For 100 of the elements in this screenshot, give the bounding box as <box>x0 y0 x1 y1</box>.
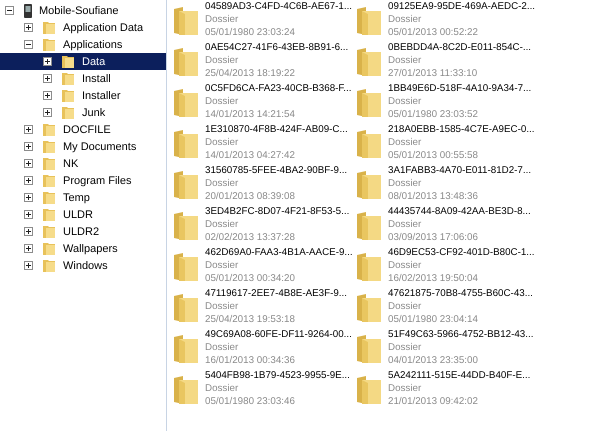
folder-icon <box>42 224 57 239</box>
folder-name: 04589AD3-C4FD-4C6B-AE67-1... <box>205 0 352 13</box>
tree-item[interactable]: NK <box>0 155 166 172</box>
folder-name: 3ED4B2FC-8D07-4F21-8F53-5... <box>205 205 350 218</box>
expand-toggle[interactable] <box>24 244 33 253</box>
folder-type: Dossier <box>205 54 240 67</box>
folder-icon <box>42 156 57 171</box>
folder-icon <box>356 47 382 77</box>
folder-icon <box>173 129 199 159</box>
collapse-toggle[interactable] <box>5 6 14 15</box>
tree-item[interactable]: DOCFILE <box>0 121 166 138</box>
folder-date: 05/01/1980 23:04:14 <box>388 313 479 326</box>
folder-name: 47119617-2EE7-4B8E-AE3F-9... <box>205 287 347 300</box>
expand-toggle[interactable] <box>43 74 52 83</box>
folder-type: Dossier <box>388 54 422 67</box>
folder-date: 03/09/2013 17:06:06 <box>388 231 479 244</box>
folder-type: Dossier <box>388 218 422 231</box>
tree-item[interactable]: Wallpapers <box>0 240 166 257</box>
folder-type: Dossier <box>388 177 422 190</box>
folder-type: Dossier <box>388 13 422 26</box>
tree-item[interactable]: Installer <box>0 87 166 104</box>
folder-name: 47621875-70B8-4755-B60C-43... <box>388 287 533 300</box>
folder-name: 218A0EBB-1585-4C7E-A9EC-0... <box>388 123 534 136</box>
folder-icon <box>356 211 382 241</box>
folder-icon <box>42 241 57 256</box>
tree-item[interactable]: My Documents <box>0 138 166 155</box>
tree-item[interactable]: Install <box>0 70 166 87</box>
folder-icon <box>356 6 382 36</box>
folder-icon <box>356 375 382 405</box>
folder-icon <box>42 37 57 52</box>
folder-name: 1E310870-4F8B-424F-AB09-C... <box>205 123 348 136</box>
folder-date: 05/01/1980 23:03:52 <box>388 108 479 121</box>
folder-icon <box>356 334 382 364</box>
folder-type: Dossier <box>205 136 240 149</box>
expand-toggle[interactable] <box>24 193 33 202</box>
tree-item[interactable]: Mobile-Soufiane <box>0 2 166 19</box>
folder-icon <box>42 258 57 273</box>
folder-type: Dossier <box>205 341 240 354</box>
expand-toggle[interactable] <box>43 108 52 117</box>
folder-date: 08/01/2013 13:48:36 <box>388 190 479 203</box>
expand-toggle[interactable] <box>24 227 33 236</box>
folder-name: 3A1FABB3-4A70-E011-81D2-7... <box>388 164 532 177</box>
folder-type: Dossier <box>205 382 240 395</box>
folder-date: 14/01/2013 04:27:42 <box>205 149 296 162</box>
folder-icon <box>42 122 57 137</box>
folder-icon <box>173 88 199 118</box>
folder-name: 1BB49E6D-518F-4A10-9A34-7... <box>388 82 532 95</box>
folder-date: 05/01/2013 00:55:58 <box>388 149 479 162</box>
collapse-toggle[interactable] <box>24 40 33 49</box>
folder-name: 49C69A08-60FE-DF11-9264-00... <box>205 328 352 341</box>
folder-icon <box>173 170 199 200</box>
folder-icon <box>42 190 57 205</box>
expand-toggle[interactable] <box>24 261 33 270</box>
folder-date: 27/01/2013 11:33:10 <box>388 67 478 80</box>
tree-item[interactable]: Application Data <box>0 19 166 36</box>
folder-icon <box>42 20 57 35</box>
folder-type: Dossier <box>388 300 422 313</box>
folder-date: 16/02/2013 19:50:04 <box>388 272 479 285</box>
folder-icon <box>173 211 199 241</box>
folder-date: 20/01/2013 08:39:08 <box>205 190 296 203</box>
folder-icon <box>173 293 199 323</box>
folder-type: Dossier <box>388 382 422 395</box>
folder-icon <box>173 334 199 364</box>
tree-item[interactable]: Windows <box>0 257 166 274</box>
folder-type: Dossier <box>388 95 422 108</box>
folder-name: 31560785-5FEE-4BA2-90BF-9... <box>205 164 348 177</box>
folder-icon <box>42 173 57 188</box>
folder-name: 0C5FD6CA-FA23-40CB-B368-F... <box>205 82 352 95</box>
tree-item[interactable]: Data <box>0 53 166 70</box>
tree-item[interactable]: Program Files <box>0 172 166 189</box>
folder-icon <box>356 252 382 282</box>
folder-date: 04/01/2013 23:35:00 <box>388 354 479 367</box>
folder-type: Dossier <box>388 259 422 272</box>
folder-date: 25/04/2013 19:53:18 <box>205 313 296 326</box>
expand-toggle[interactable] <box>24 159 33 168</box>
folder-name: 0BEBDD4A-8C2D-E011-854C-... <box>388 41 532 54</box>
folder-type: Dossier <box>205 95 240 108</box>
folder-date: 25/04/2013 18:19:22 <box>205 67 296 80</box>
tree-item[interactable]: Temp <box>0 189 166 206</box>
folder-icon <box>61 105 76 120</box>
expand-toggle[interactable] <box>24 142 33 151</box>
folder-type: Dossier <box>205 177 240 190</box>
tree-item[interactable]: ULDR2 <box>0 223 166 240</box>
folder-date: 05/01/2013 00:34:20 <box>205 272 296 285</box>
device-icon <box>23 4 33 18</box>
folder-icon <box>173 47 199 77</box>
expand-toggle[interactable] <box>24 125 33 134</box>
folder-date: 16/01/2013 00:34:36 <box>205 354 296 367</box>
expand-toggle[interactable] <box>24 210 33 219</box>
tree-item[interactable]: Junk <box>0 104 166 121</box>
folder-name: 51F49C63-5966-4752-BB12-43... <box>388 328 534 341</box>
expand-toggle[interactable] <box>24 176 33 185</box>
folder-name: 462D69A0-FAA3-4B1A-AACE-9... <box>205 246 353 259</box>
expand-toggle[interactable] <box>24 23 33 32</box>
tree-item[interactable]: Applications <box>0 36 166 53</box>
folder-icon <box>173 6 199 36</box>
expand-toggle[interactable] <box>43 57 52 66</box>
folder-name: 0AE54C27-41F6-43EB-8B91-6... <box>205 41 348 54</box>
expand-toggle[interactable] <box>43 91 52 100</box>
tree-item[interactable]: ULDR <box>0 206 166 223</box>
